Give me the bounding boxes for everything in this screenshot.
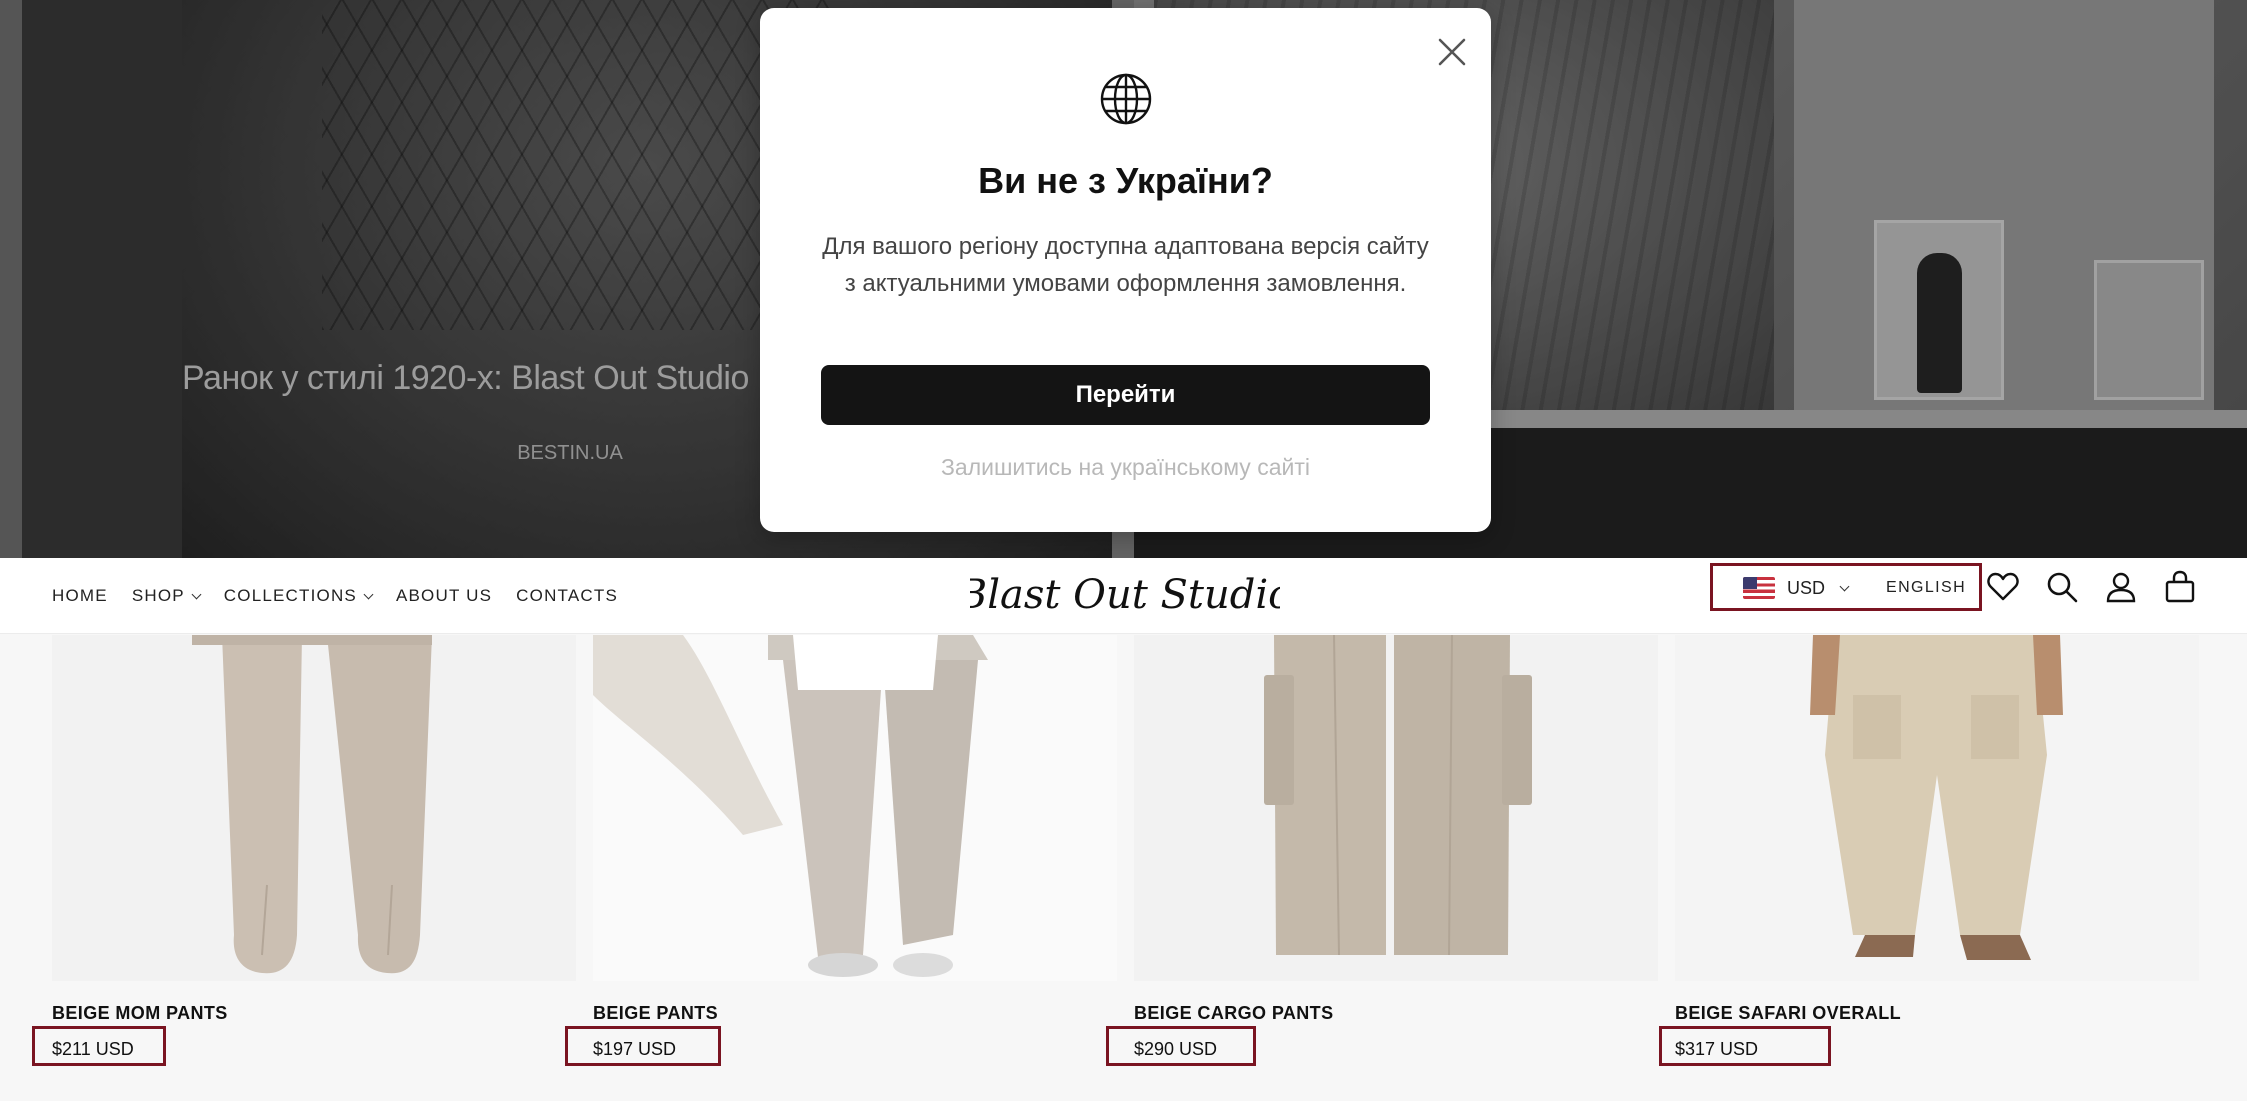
product-image[interactable]: [593, 635, 1117, 981]
locale-selector: USD ENGLISH: [1743, 568, 1966, 608]
currency-selector[interactable]: USD: [1787, 577, 1850, 599]
account-icon[interactable]: [2104, 570, 2138, 604]
chevron-down-icon: [1839, 581, 1850, 591]
product-image[interactable]: [52, 635, 576, 981]
product-price: $290 USD: [1134, 1039, 1218, 1059]
globe-icon: [1099, 72, 1153, 126]
region-modal: Ви не з України? Для вашого регіону дост…: [760, 8, 1491, 532]
search-icon[interactable]: [2045, 570, 2079, 604]
nav-home[interactable]: HOME: [52, 586, 108, 606]
product-price: $197 USD: [593, 1039, 677, 1059]
main-nav: HOME SHOP COLLECTIONS ABOUT US CONTACTS: [52, 558, 642, 634]
modal-title: Ви не з України?: [978, 160, 1273, 201]
stay-link[interactable]: Залишитись на українському сайті: [760, 454, 1491, 481]
nav-about-us[interactable]: ABOUT US: [396, 586, 492, 606]
nav-shop-label: SHOP: [131, 586, 185, 605]
product-grid: BEIGE MOM PANTS $211 USD BEIGE PANTS $19…: [0, 635, 2247, 1101]
product-name[interactable]: BEIGE SAFARI OVERALL: [1675, 1003, 1901, 1024]
nav-contacts[interactable]: CONTACTS: [516, 586, 618, 606]
site-logo[interactable]: Blast Out Studio: [957, 568, 1292, 624]
nav-shop[interactable]: SHOP: [131, 586, 202, 606]
product-price: $317 USD: [1675, 1039, 1759, 1059]
product-image[interactable]: [1675, 635, 2199, 981]
product-price: $211 USD: [52, 1039, 134, 1059]
cart-icon[interactable]: [2163, 570, 2197, 604]
chevron-down-icon: [191, 589, 202, 599]
nav-about-label: ABOUT US: [395, 586, 493, 605]
go-button[interactable]: Перейти: [821, 365, 1430, 425]
product-image[interactable]: [1134, 635, 1658, 981]
nav-collections-label: COLLECTIONS: [223, 586, 357, 605]
page: Ранок у стилі 1920-х: Blast Out Studio п…: [0, 0, 2247, 1101]
chevron-down-icon: [363, 589, 374, 599]
nav-contacts-label: CONTACTS: [516, 586, 619, 605]
nav-collections[interactable]: COLLECTIONS: [223, 586, 374, 606]
us-flag-icon: [1743, 577, 1775, 599]
language-selector[interactable]: ENGLISH: [1886, 579, 1966, 597]
modal-description: Для вашого регіону доступна адаптована в…: [822, 233, 1429, 297]
product-name[interactable]: BEIGE CARGO PANTS: [1134, 1003, 1333, 1024]
currency-label: USD: [1787, 577, 1826, 598]
close-icon[interactable]: [1432, 32, 1472, 72]
nav-home-label: HOME: [52, 586, 108, 605]
heart-icon[interactable]: [1986, 570, 2020, 604]
product-name[interactable]: BEIGE PANTS: [593, 1003, 718, 1024]
logo-text: Blast Out Studio: [970, 572, 1280, 618]
product-name[interactable]: BEIGE MOM PANTS: [52, 1003, 228, 1024]
